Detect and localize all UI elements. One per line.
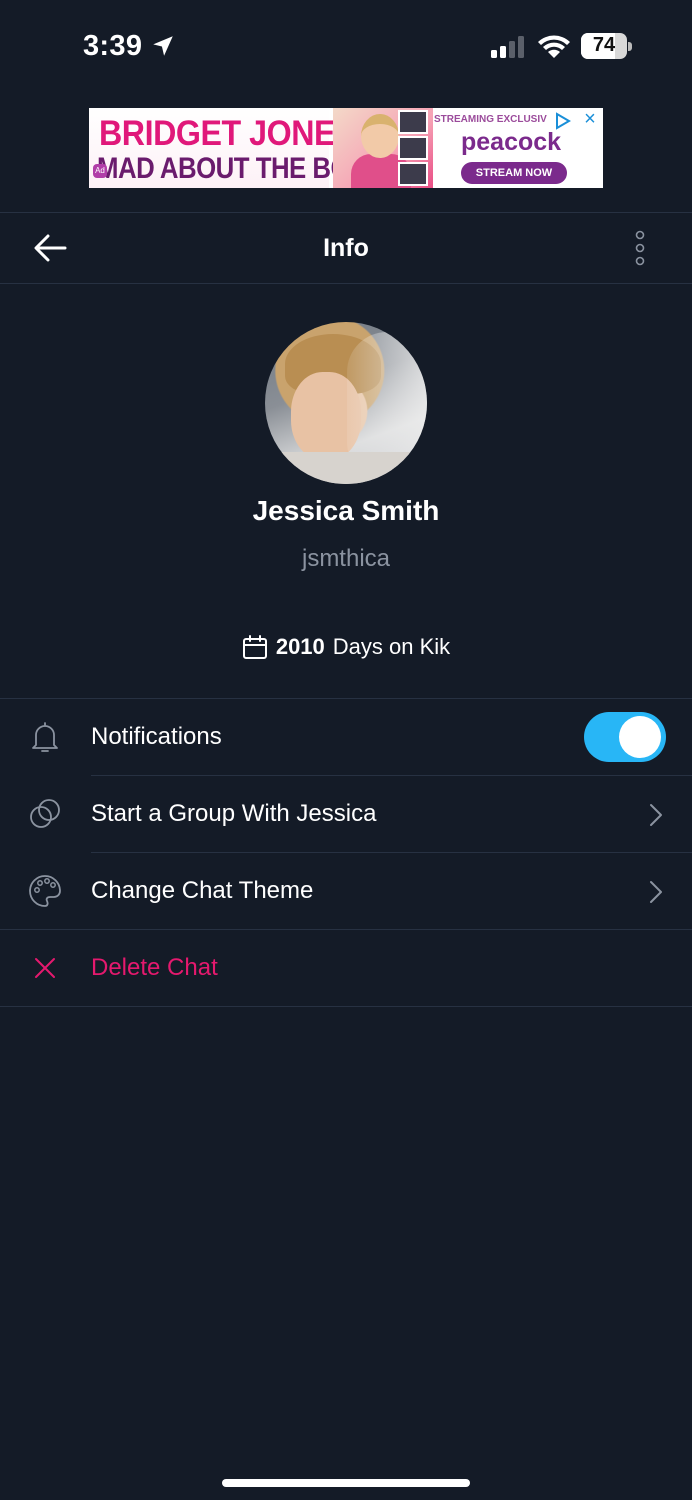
profile-name: Jessica Smith <box>252 495 440 526</box>
notifications-label: Notifications <box>91 723 222 750</box>
ad-thumbnail <box>398 136 428 160</box>
battery-level: 74 <box>592 34 616 56</box>
bell-icon <box>32 722 58 752</box>
change-theme-row[interactable]: Change Chat Theme <box>0 853 692 930</box>
ad-title-area: BRIDGET JONES MAD ABOUT THE BOY Ad <box>89 108 367 188</box>
days-count: 2010 <box>275 634 325 659</box>
status-bar: 3:39 74 <box>0 0 692 95</box>
calendar-icon <box>242 635 267 659</box>
ad-subtitle: MAD ABOUT THE BOY <box>97 152 367 185</box>
days-label: Days on Kik <box>332 634 451 659</box>
avatar-shoulder <box>265 452 427 484</box>
ad-thumbnails <box>394 108 432 188</box>
palette-icon <box>29 875 61 907</box>
battery-indicator: 74 <box>581 33 633 59</box>
start-group-row[interactable]: Start a Group With Jessica <box>0 776 692 853</box>
location-arrow-icon <box>153 36 173 56</box>
chevron-right-icon <box>650 804 662 826</box>
battery-tip <box>628 42 632 51</box>
chevron-right-icon <box>650 881 662 903</box>
delete-chat-row[interactable]: Delete Chat <box>0 930 692 1007</box>
wifi-icon <box>538 35 570 58</box>
cellular-signal-icon <box>491 36 524 58</box>
delete-chat-label: Delete Chat <box>91 954 218 981</box>
ad-tagline: STREAMING EXCLUSIV <box>434 114 547 125</box>
start-group-label: Start a Group With Jessica <box>91 800 377 827</box>
ad-banner[interactable]: BRIDGET JONES MAD ABOUT THE BOY Ad STREA… <box>89 108 603 188</box>
divider <box>0 283 692 284</box>
change-theme-label: Change Chat Theme <box>91 877 314 904</box>
page-title: Info <box>323 234 369 262</box>
notifications-row: Notifications <box>0 699 692 776</box>
vertical-dots-icon[interactable] <box>630 230 650 266</box>
toggle-knob <box>619 716 661 758</box>
nav-header: Info <box>0 213 692 284</box>
notifications-toggle[interactable] <box>584 712 666 762</box>
ad-thumbnail <box>398 110 428 134</box>
days-on-kik: 2010 Days on Kik <box>0 634 692 662</box>
status-time: 3:39 <box>83 30 143 62</box>
ad-choices-icon[interactable] <box>555 112 571 130</box>
info-screen: 3:39 74 BRIDGET JONES MAD ABOUT THE BOY … <box>0 0 692 1500</box>
group-circles-icon <box>30 799 60 828</box>
ad-cta-button[interactable]: STREAM NOW <box>461 162 567 184</box>
avatar[interactable] <box>265 322 427 484</box>
ad-badge-icon: Ad <box>93 164 107 178</box>
ad-thumbnail <box>398 162 428 186</box>
profile-username: jsmthica <box>301 545 391 572</box>
ad-close-icon[interactable]: × <box>581 109 599 129</box>
divider <box>0 1006 692 1007</box>
home-indicator[interactable] <box>222 1479 470 1487</box>
close-x-icon <box>35 958 55 978</box>
ad-title: BRIDGET JONES <box>99 114 357 153</box>
ad-brand-logo: peacock <box>461 128 562 156</box>
